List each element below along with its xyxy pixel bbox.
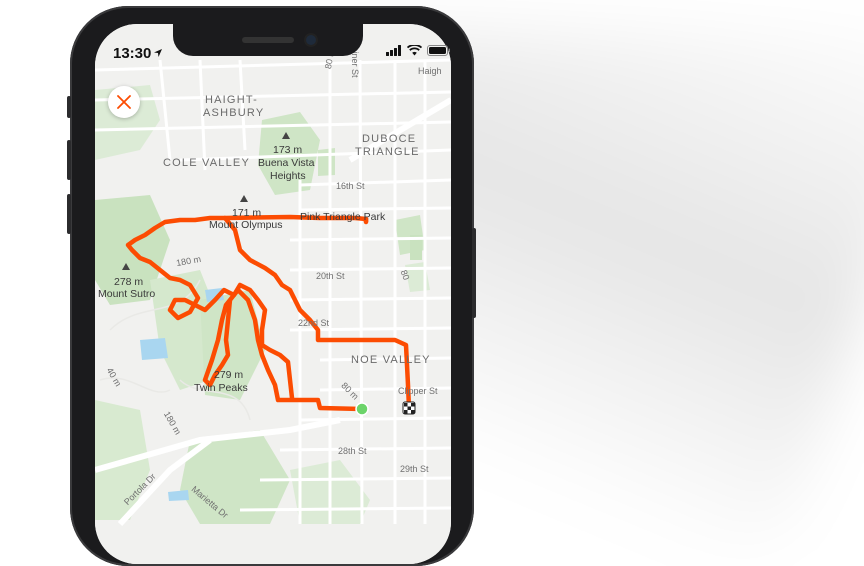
battery-icon — [427, 45, 450, 56]
volume-up-button — [67, 140, 71, 180]
street-label: 29th St — [400, 464, 429, 474]
street-label: Haigh — [418, 66, 442, 76]
peak-elevation: 278 m — [114, 276, 144, 288]
area-label: DUBOCE — [362, 133, 417, 145]
front-camera — [306, 35, 316, 45]
peak-icon — [240, 195, 248, 202]
earpiece-speaker — [242, 37, 294, 43]
peak-name: Buena Vista — [258, 157, 315, 169]
area-label: COLE VALLEY — [163, 157, 250, 169]
peak-name: Twin Peaks — [194, 382, 248, 394]
area-label: NOE VALLEY — [351, 354, 431, 366]
area-label: ASHBURY — [203, 107, 265, 119]
peak-elevation: 279 m — [214, 369, 244, 381]
close-button[interactable] — [108, 86, 140, 118]
area-label: HAIGHT- — [205, 94, 259, 106]
street-label: 22nd St — [298, 318, 330, 328]
mute-switch — [67, 96, 71, 118]
status-time: 13:30 — [113, 45, 152, 62]
power-button — [472, 228, 476, 318]
route-start-marker[interactable] — [355, 402, 369, 416]
peak-icon — [122, 263, 130, 270]
place-label: Pink Triangle Park — [300, 211, 386, 223]
peak-icon — [282, 132, 290, 139]
wifi-icon — [407, 45, 422, 56]
route-finish-flag[interactable] — [402, 401, 416, 415]
status-icons — [386, 45, 451, 56]
peak-elevation: 171 m — [232, 207, 262, 219]
peak-name: Heights — [270, 170, 306, 182]
area-label: TRIANGLE — [355, 146, 420, 158]
close-icon — [117, 95, 131, 109]
peak-name: Mount Olympus — [209, 219, 283, 231]
street-label: 16th St — [336, 181, 365, 191]
peak-name: Mount Sutro — [98, 288, 156, 300]
street-label: 20th St — [316, 271, 345, 281]
street-label: Clipper St — [398, 386, 438, 396]
street-label: 28th St — [338, 446, 367, 456]
signal-icon — [386, 45, 401, 56]
location-arrow-icon — [154, 49, 162, 57]
peak-elevation: 173 m — [273, 144, 303, 156]
volume-down-button — [67, 194, 71, 234]
